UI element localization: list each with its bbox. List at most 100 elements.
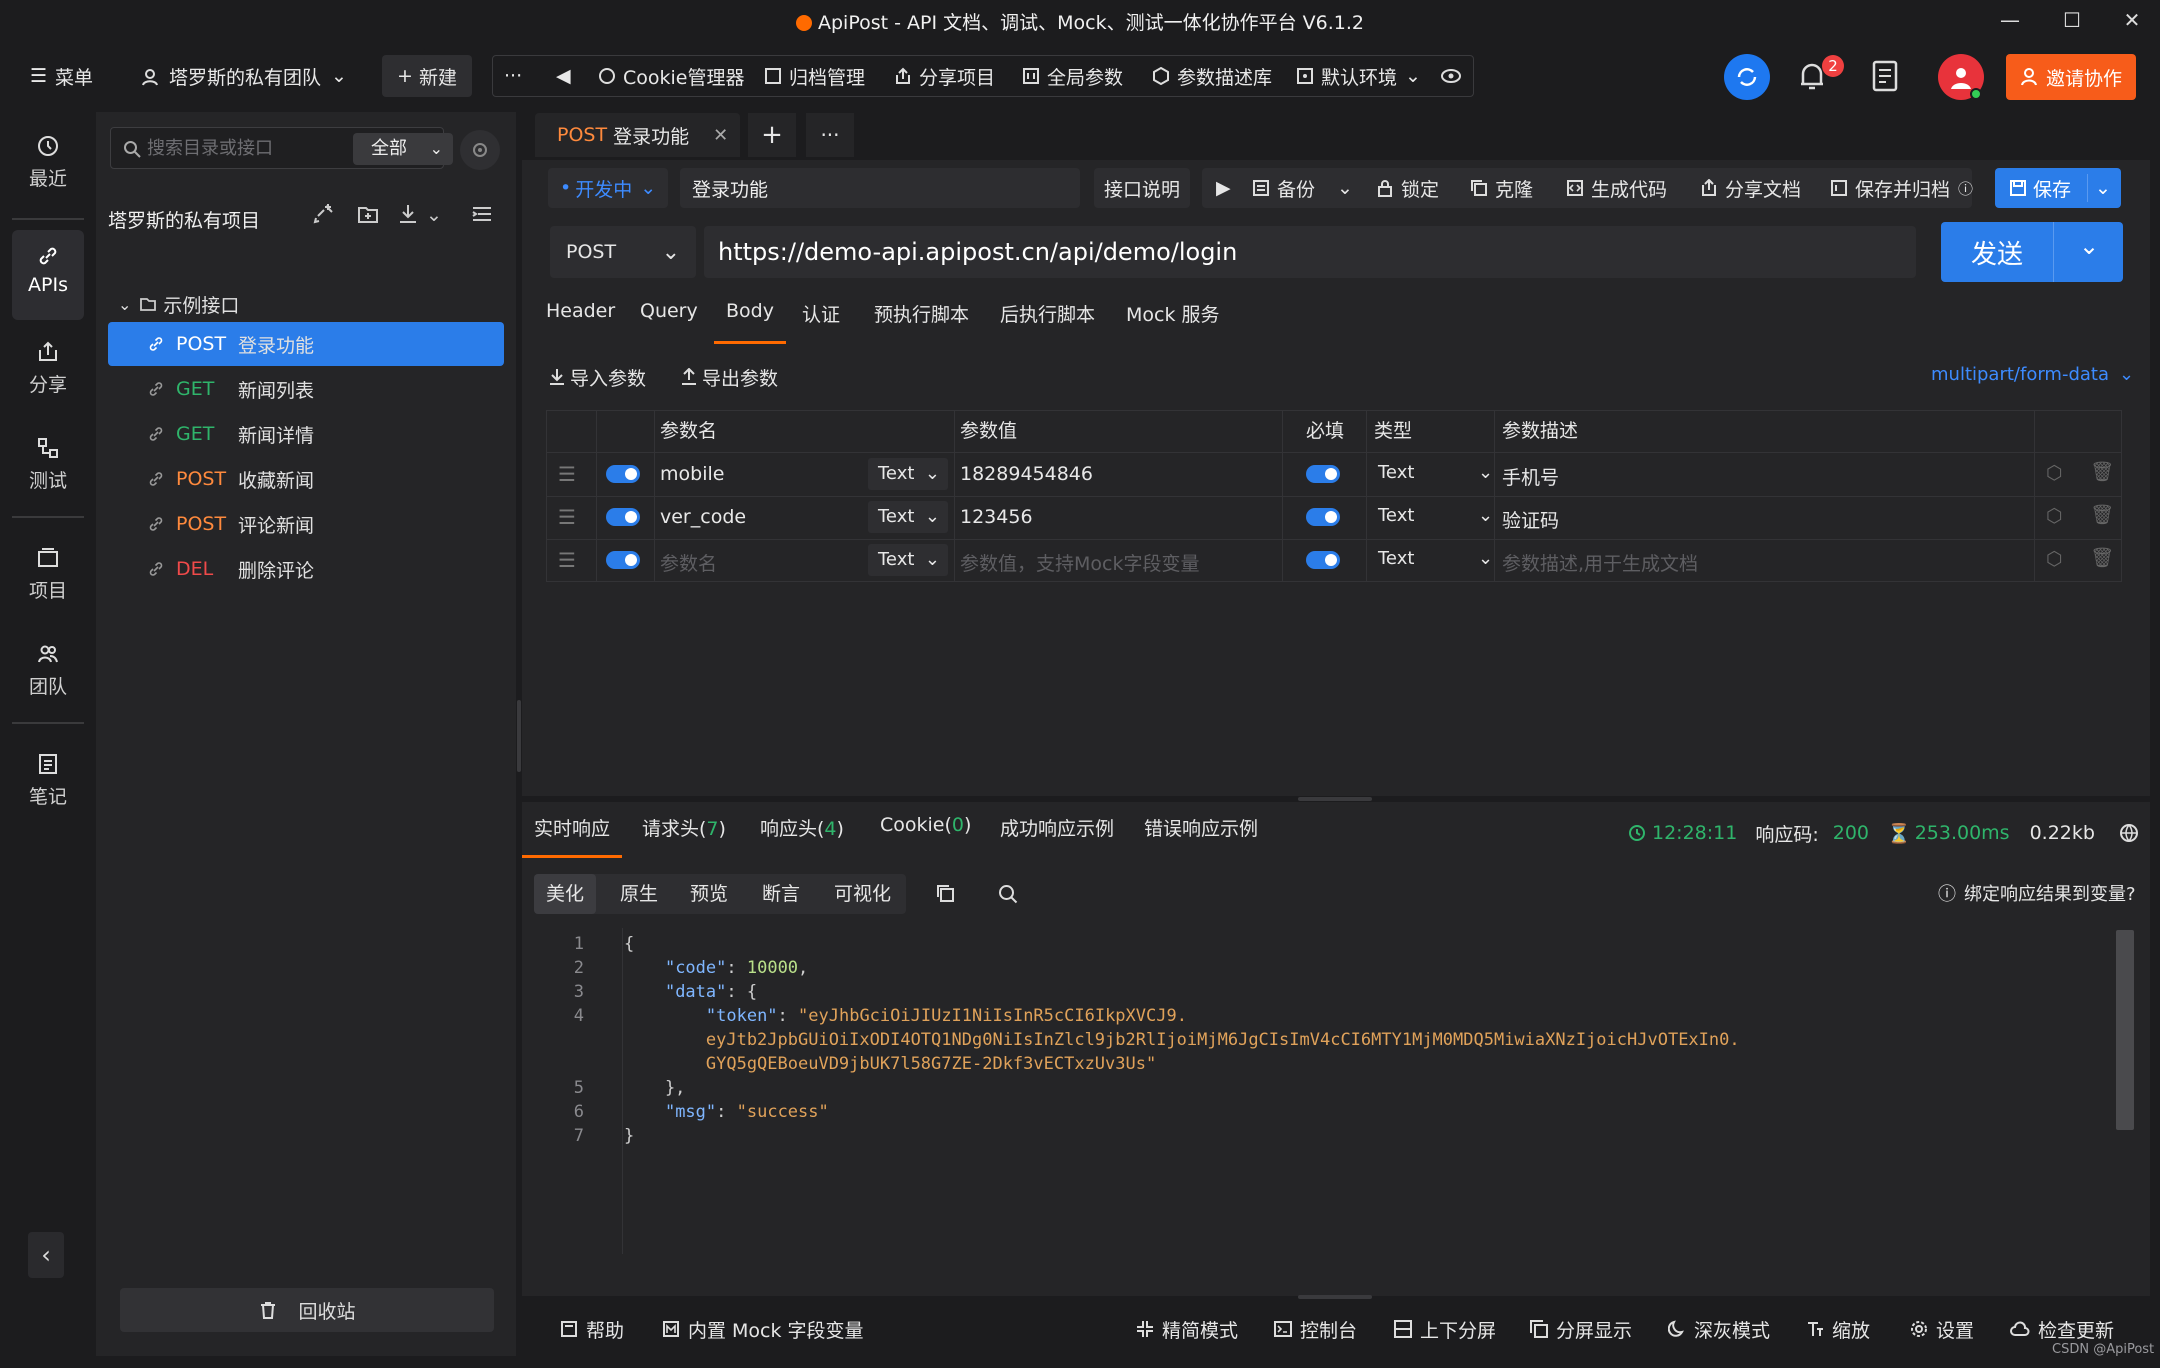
status-select[interactable]: • 开发中 ⌄ [548,168,668,208]
tab-body[interactable]: Body [714,300,786,344]
nav-apis[interactable]: APIs [12,230,84,320]
nav-project[interactable]: 项目 [12,532,84,622]
import-icon[interactable] [396,202,420,226]
param-value-placeholder[interactable]: 参数值，支持Mock字段变量 [960,549,1199,576]
new-button[interactable]: + 新建 [382,55,472,97]
chevron-down-icon[interactable]: ⌄ [2079,232,2099,260]
sort-icon[interactable] [470,202,494,226]
export-params-button[interactable]: 导出参数 [680,362,778,392]
trash-icon[interactable]: 🗑 [2090,546,2114,569]
response-code-view[interactable]: 1 {2 "code": 10000, 3 "data": {4 "token": … [534,928,2120,1258]
api-item[interactable]: GET 新闻列表 [108,367,504,411]
add-tab-button[interactable]: + [748,113,796,157]
close-icon[interactable]: ✕ [2112,4,2152,36]
scope-select[interactable]: 全部 ⌄ [353,133,453,165]
field-type-select[interactable]: Text ⌄ [868,501,948,533]
save-button[interactable]: 保存 ⌄ [1995,168,2121,208]
trash-button[interactable]: 回收站 [120,1288,494,1332]
footer-resize-handle[interactable] [1298,1295,1372,1299]
folder-row[interactable]: ⌄ 示例接口 [108,282,504,326]
param-desc[interactable]: 验证码 [1502,506,1559,533]
sidebar-resize-handle[interactable] [517,700,521,772]
enable-toggle[interactable] [606,465,640,483]
add-api-icon[interactable] [312,202,336,226]
drag-handle-icon[interactable]: ☰ [558,462,576,486]
chevron-down-icon[interactable]: ⌄ [426,204,442,226]
search-input[interactable] [147,128,337,168]
tab-query[interactable]: Query [640,300,698,344]
search-icon[interactable] [998,884,1018,904]
globe-icon[interactable] [2119,823,2139,843]
lock-button[interactable]: 锁定 [1376,168,1439,208]
tab-auth[interactable]: 认证 [802,300,840,344]
zoom-button[interactable]: 缩放 [1806,1316,1870,1342]
tab-request-headers[interactable]: 请求头(7) [642,814,726,858]
run-icon[interactable]: ▶ [1216,168,1231,208]
api-name-input[interactable] [680,168,1080,208]
tab-post-script[interactable]: 后执行脚本 [1000,300,1095,344]
split-display-button[interactable]: 分屏显示 [1530,1316,1632,1342]
field-type-select[interactable]: Text ⌄ [868,458,948,490]
team-selector[interactable]: 塔罗斯的私有团队 ⌄ [142,40,347,112]
clone-button[interactable]: 克隆 [1470,168,1533,208]
type-select[interactable]: Text ⌄ [1378,462,1493,483]
api-doc-button[interactable]: 接口说明 [1094,168,1190,208]
panel-resize-handle[interactable] [1298,797,1372,801]
code-scrollbar[interactable] [2116,930,2134,1130]
url-input[interactable] [704,226,1916,278]
trash-icon[interactable]: 🗑 [2090,460,2114,483]
view-pretty[interactable]: 美化 [534,874,597,914]
enable-toggle[interactable] [606,551,640,569]
tabs-more-button[interactable]: ··· [806,113,854,157]
param-name[interactable]: ver_code [660,506,746,528]
sync-icon[interactable] [1724,54,1770,100]
dark-mode-button[interactable]: 深灰模式 [1668,1316,1770,1342]
tab-pre-script[interactable]: 预执行脚本 [874,300,969,344]
nav-recent[interactable]: 最近 [12,120,84,210]
eye-icon[interactable] [1440,40,1469,112]
notes-icon[interactable] [1872,60,1898,97]
check-update-button[interactable]: 检查更新 [2010,1316,2114,1342]
tab-header[interactable]: Header [546,300,615,344]
more-button[interactable]: ··· [504,40,522,112]
chevron-down-icon[interactable]: ⌄ [2095,177,2111,199]
tab-error-example[interactable]: 错误响应示例 [1144,814,1258,858]
cube-icon[interactable]: ⬡ [2046,462,2063,484]
nav-team[interactable]: 团队 [12,628,84,718]
add-folder-icon[interactable] [356,202,380,226]
trash-icon[interactable]: 🗑 [2090,503,2114,526]
enable-toggle[interactable] [606,508,640,526]
help-button[interactable]: 帮助 [560,1316,624,1342]
view-visualize[interactable]: 可视化 [822,874,903,914]
method-select[interactable]: POST ⌄ [550,226,696,278]
nav-test[interactable]: 测试 [12,422,84,512]
content-type-select[interactable]: multipart/form-data ⌄ [1931,364,2134,385]
tab-realtime-response[interactable]: 实时响应 [522,814,623,858]
param-desc[interactable]: 手机号 [1502,463,1559,490]
save-archive-button[interactable]: 保存并归档 ⓘ [1830,168,1973,208]
simple-mode-button[interactable]: 精简模式 [1136,1316,1238,1342]
mock-vars-button[interactable]: 内置 Mock 字段变量 [662,1316,864,1342]
api-item[interactable]: DEL 删除评论 [108,547,504,591]
share-project-button[interactable]: 分享项目 [894,40,995,112]
nav-notes[interactable]: 笔记 [12,738,84,828]
help-icon[interactable]: ⓘ [1958,178,1973,199]
tab-mock[interactable]: Mock 服务 [1126,300,1220,344]
locate-icon[interactable] [460,130,500,170]
collapse-tools-icon[interactable]: ◀ [556,40,571,112]
bind-response-link[interactable]: ⓘ 绑定响应结果到变量? [1938,880,2136,906]
tab-success-example[interactable]: 成功响应示例 [1000,814,1114,858]
tab-response-headers[interactable]: 响应头(4) [760,814,844,858]
import-params-button[interactable]: 导入参数 [548,362,646,392]
share-doc-button[interactable]: 分享文档 [1700,168,1801,208]
view-preview[interactable]: 预览 [678,874,740,914]
type-select[interactable]: Text ⌄ [1378,505,1493,526]
tab-cookie[interactable]: Cookie(0) [880,814,971,858]
split-vertical-button[interactable]: 上下分屏 [1394,1316,1496,1342]
gen-code-button[interactable]: 生成代码 [1566,168,1667,208]
cube-icon[interactable]: ⬡ [2046,505,2063,527]
nav-share[interactable]: 分享 [12,326,84,416]
invite-button[interactable]: 邀请协作 [2006,54,2136,100]
required-toggle[interactable] [1306,508,1340,526]
api-item[interactable]: POST 登录功能 [108,322,504,366]
